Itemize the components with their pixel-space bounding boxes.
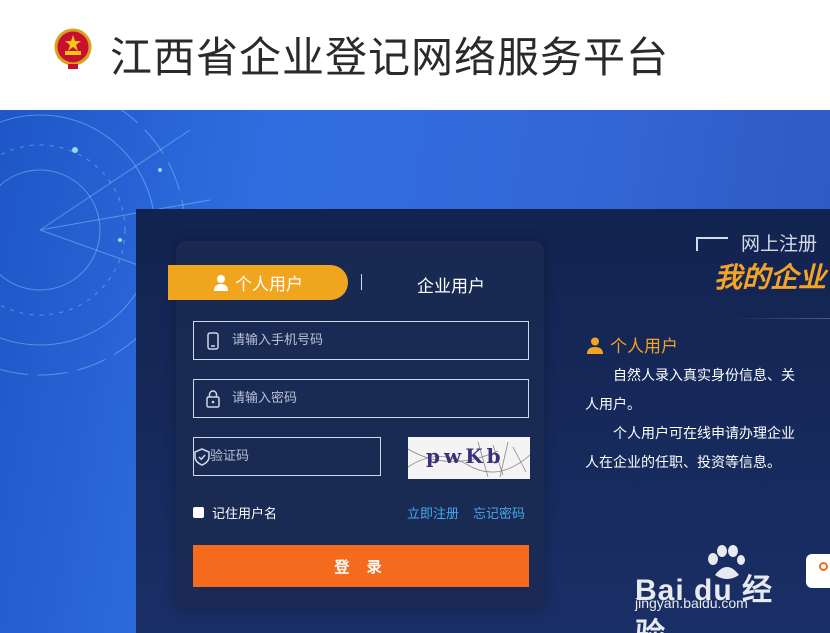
paragraph-2-line-2: 人在企业的任职、投资等信息。 [585, 455, 781, 471]
user-icon [587, 337, 603, 354]
forgot-password-link[interactable]: 忘记密码 [473, 503, 525, 522]
bracket-decoration [696, 237, 728, 251]
captcha-input[interactable] [210, 438, 380, 475]
paragraph-2: 个人用户可在线申请办理企业 人在企业的任职、投资等信息。 [585, 420, 795, 478]
tab-enterprise-label: 企业用户 [417, 276, 485, 297]
captcha-field [193, 437, 381, 476]
user-icon [214, 275, 228, 291]
login-button[interactable]: 登 录 [193, 545, 529, 587]
paragraph-1-line-1: 自然人录入真实身份信息、关 [613, 368, 795, 384]
remember-username: 记住用户名 [193, 503, 277, 522]
divider [726, 318, 830, 319]
section-title-text: 个人用户 [610, 337, 678, 357]
register-link[interactable]: 立即注册 [407, 503, 459, 522]
search-icon[interactable] [806, 554, 830, 588]
national-emblem-icon [54, 28, 92, 69]
baidu-jingyan-watermark: Bai du 经验 jingyan.baidu.com [625, 545, 795, 633]
login-card: 个人用户 企业用户 请输入手机号码 验证码 pwKb 记住用户名 立即注册 忘记… [168, 241, 544, 609]
site-title: 江西省企业登记网络服务平台 [110, 33, 670, 82]
lock-icon [194, 380, 232, 417]
phone-icon [194, 322, 232, 359]
captcha-text: pwKb [426, 444, 505, 468]
password-field [193, 379, 529, 418]
tab-divider [361, 274, 362, 290]
password-input[interactable] [232, 380, 528, 417]
tab-personal-label: 个人用户 [235, 275, 303, 295]
captcha-image[interactable]: pwKb [408, 437, 530, 479]
phone-field [193, 321, 529, 360]
remember-label: 记住用户名 [212, 507, 278, 522]
tab-personal-user[interactable]: 个人用户 [168, 265, 348, 300]
heading-kicker: 网上注册 [741, 233, 818, 255]
remember-checkbox[interactable] [193, 507, 204, 518]
paragraph-1-line-2: 人用户。 [585, 397, 641, 413]
watermark-url: jingyan.baidu.com [635, 595, 748, 611]
section-personal-user: 个人用户 [586, 332, 678, 357]
paragraph-2-line-1: 个人用户可在线申请办理企业 [613, 426, 795, 442]
slogan: 我的企业 [714, 261, 827, 294]
phone-input[interactable] [232, 322, 528, 359]
shield-icon [194, 438, 210, 475]
paragraph-1: 自然人录入真实身份信息、关 人用户。 [585, 362, 795, 420]
tab-enterprise-user[interactable]: 企业用户 [386, 270, 516, 298]
site-header: 江西省企业登记网络服务平台 [0, 0, 830, 110]
